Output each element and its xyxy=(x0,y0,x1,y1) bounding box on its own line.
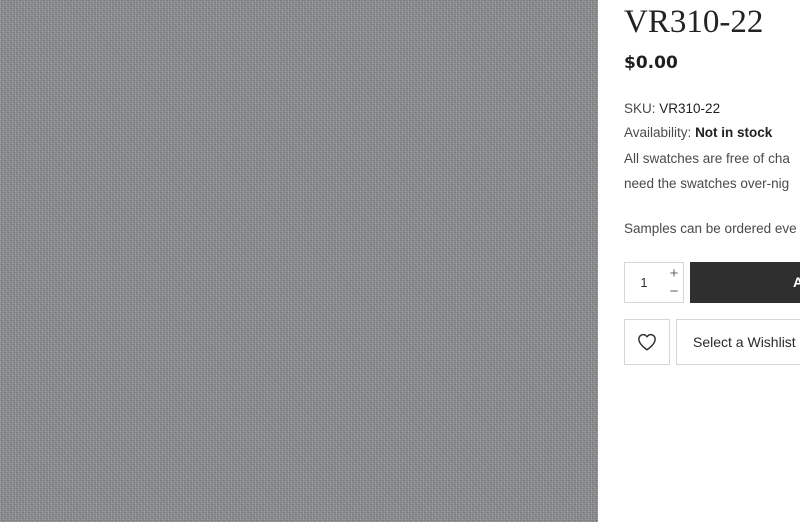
add-to-cart-button[interactable]: A xyxy=(690,262,800,303)
sku-value: VR310-22 xyxy=(659,101,721,116)
description-line: Samples can be ordered eve xyxy=(624,221,797,236)
product-title: VR310-22 xyxy=(624,4,764,40)
sku-label: SKU: xyxy=(624,101,656,116)
product-swatch-image[interactable] xyxy=(0,0,598,522)
description-line: need the swatches over-nig xyxy=(624,176,790,191)
quantity-stepper: 1 + − xyxy=(624,262,684,303)
sku-row: SKU: VR310-22 xyxy=(624,100,720,118)
add-to-wishlist-button[interactable] xyxy=(624,319,670,365)
quantity-decrement-button[interactable]: − xyxy=(665,282,683,301)
product-details-panel: VR310-22 $0.00 SKU: VR310-22 Availabilit… xyxy=(624,0,800,522)
product-price: $0.00 xyxy=(624,53,678,73)
heart-icon xyxy=(638,333,656,351)
availability-value: Not in stock xyxy=(695,125,773,140)
quantity-increment-button[interactable]: + xyxy=(665,264,683,283)
wishlist-select[interactable]: Select a Wishlist xyxy=(676,319,800,365)
description-line: All swatches are free of cha xyxy=(624,151,790,166)
availability-row: Availability: Not in stock xyxy=(624,124,772,142)
availability-label: Availability: xyxy=(624,125,692,140)
quantity-input[interactable]: 1 xyxy=(625,263,663,302)
